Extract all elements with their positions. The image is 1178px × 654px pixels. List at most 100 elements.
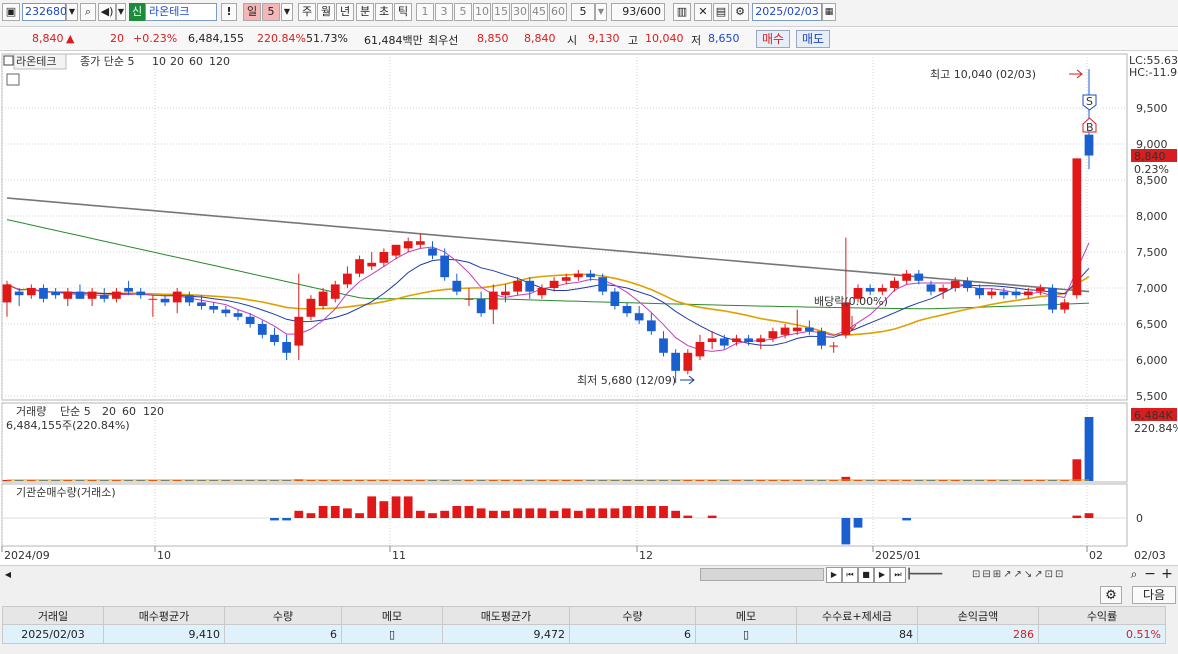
legend-ma20[interactable]: 20	[170, 55, 184, 68]
candle-body	[865, 288, 875, 292]
buy-button[interactable]: 매수	[756, 30, 790, 48]
interval-5[interactable]: 5	[454, 3, 472, 21]
scroll-right-icon[interactable]: ▶	[826, 567, 842, 583]
legend-stock-name[interactable]: 라온테크	[16, 55, 56, 68]
candle-body	[537, 288, 547, 296]
date-field[interactable]: 2025/02/03	[752, 3, 822, 21]
institution-bar	[270, 518, 279, 521]
table-toggle-icon[interactable]	[6, 73, 20, 86]
buy-memo-icon[interactable]: ▯	[341, 624, 443, 644]
institution-bar	[415, 510, 425, 518]
candle-body	[172, 291, 182, 303]
period-dropdown-icon[interactable]: ▼	[281, 3, 293, 21]
stock-code-input[interactable]: 232680	[22, 3, 67, 21]
period-num-select[interactable]: 5	[262, 3, 280, 21]
cell-trade-date: 2025/02/03	[2, 624, 104, 644]
interval-60[interactable]: 60	[549, 3, 567, 21]
stop-icon[interactable]: ■	[858, 567, 874, 583]
legend-ma120[interactable]: 120	[209, 55, 230, 68]
rewind-icon[interactable]: ⏮	[842, 567, 858, 583]
gear-icon[interactable]: ⚙	[731, 3, 749, 21]
interval-45[interactable]: 45	[530, 3, 548, 21]
count-select[interactable]: 5	[571, 3, 595, 21]
play-icon[interactable]: ▶	[874, 567, 890, 583]
interval-10[interactable]: 10	[473, 3, 491, 21]
institution-bar	[355, 513, 364, 518]
legend-ma10[interactable]: 10	[152, 55, 166, 68]
institution-bar	[1072, 515, 1082, 518]
next-button[interactable]: 다음	[1132, 586, 1176, 604]
table-row[interactable]: 2025/02/03 9,410 6 ▯ 9,472 6 ▯ 84 286 0.…	[2, 624, 1166, 644]
candle-body	[415, 241, 425, 245]
legend-vol-ma60[interactable]: 60	[122, 405, 136, 418]
price-tick-label: 7,500	[1136, 246, 1168, 259]
candle-body	[975, 288, 984, 296]
period-second-tab[interactable]: 초	[375, 3, 393, 21]
candle-body	[209, 306, 219, 310]
calendar-icon[interactable]: ▦	[822, 3, 836, 21]
period-month-tab[interactable]: 월	[317, 3, 335, 21]
fast-forward-icon[interactable]: ⏭	[890, 567, 906, 583]
legend-vol-ma20[interactable]: 20	[102, 405, 116, 418]
info-alert-button[interactable]: !	[221, 3, 237, 21]
interval-1[interactable]: 1	[416, 3, 434, 21]
settings-gear-icon[interactable]: ⚙	[1100, 586, 1122, 604]
interval-3[interactable]: 3	[435, 3, 453, 21]
col-buy-memo: 메모	[341, 606, 443, 625]
candle-body	[963, 280, 972, 288]
candle-body	[136, 291, 146, 296]
zoom-search-icon[interactable]: ⌕	[1127, 566, 1141, 582]
interval-30[interactable]: 30	[511, 3, 529, 21]
scroll-thumb[interactable]	[700, 568, 824, 581]
col-return: 수익률	[1038, 606, 1166, 625]
institution-bar	[659, 506, 668, 518]
search-icon[interactable]: ⌕	[80, 3, 96, 21]
institution-bar	[294, 510, 304, 518]
drawing-tools-icon[interactable]: ⊡⊟⊞↗↗↘↗⊡⊡	[972, 567, 1122, 582]
price-chart[interactable]: 9,5009,0008,5008,0007,5007,0006,5006,000…	[0, 52, 1178, 564]
zoom-slider[interactable]: ┣━━━━━	[906, 567, 966, 582]
turnover-ratio: 51.73%	[306, 32, 348, 45]
legend-institution[interactable]: 기관순매수량(거래소)	[16, 486, 116, 499]
chart-scroll-bar[interactable]: ◀ ▶ ⏮ ■ ▶ ⏭ ┣━━━━━ ⊡⊟⊞↗↗↘↗⊡⊡ ⌕ − +	[0, 565, 1178, 585]
period-week-tab[interactable]: 주	[298, 3, 316, 21]
high-price: 10,040	[645, 32, 684, 45]
legend-ma60[interactable]: 60	[189, 55, 203, 68]
sell-memo-icon[interactable]: ▯	[695, 624, 797, 644]
sell-button[interactable]: 매도	[796, 30, 830, 48]
period-year-tab[interactable]: 년	[336, 3, 354, 21]
candle-body	[768, 331, 778, 339]
scroll-left-icon[interactable]: ◀	[2, 568, 14, 581]
interval-15[interactable]: 15	[492, 3, 510, 21]
period-tick-tab[interactable]: 틱	[394, 3, 412, 21]
speaker-dropdown-icon[interactable]: ▼	[116, 3, 126, 21]
candle-body	[877, 288, 887, 292]
crosshair-icon[interactable]: ✕	[694, 3, 712, 21]
code-dropdown-icon[interactable]: ▼	[66, 3, 78, 21]
bar-count-field[interactable]: 93/600	[611, 3, 665, 21]
institution-bar	[634, 506, 644, 518]
save-icon[interactable]: ▤	[713, 3, 729, 21]
trade-table-header: 거래일 매수평균가 수량 메모 매도평균가 수량 메모 수수료+제세금 손익금액…	[2, 606, 1166, 625]
speaker-icon[interactable]: ◀)	[98, 3, 116, 21]
institution-bar	[318, 506, 328, 518]
institution-bar	[610, 508, 620, 518]
price-tick-label: 5,500	[1136, 390, 1168, 403]
zoom-out-icon[interactable]: −	[1143, 566, 1157, 582]
legend-volume[interactable]: 거래량	[16, 405, 46, 418]
chart-type-icon[interactable]: ▥	[673, 3, 691, 21]
period-day-tab[interactable]: 일	[243, 3, 261, 21]
candle-body	[330, 284, 340, 299]
institution-bar	[501, 510, 510, 518]
legend-vol-ma5[interactable]: 단순 5	[60, 405, 91, 418]
legend-ma5[interactable]: 종가 단순 5	[80, 55, 134, 68]
zoom-in-icon[interactable]: +	[1160, 566, 1174, 582]
window-menu-icon[interactable]: ▣	[2, 3, 20, 21]
volume-value: 6,484,155	[188, 32, 244, 45]
volume-tag-value: 6,484K	[1134, 409, 1173, 422]
stock-name-field[interactable]: 라온테크	[145, 3, 217, 21]
count-dropdown-icon[interactable]: ▼	[595, 3, 607, 21]
candle-body	[659, 338, 668, 353]
legend-vol-ma120[interactable]: 120	[143, 405, 164, 418]
period-minute-tab[interactable]: 분	[356, 3, 374, 21]
